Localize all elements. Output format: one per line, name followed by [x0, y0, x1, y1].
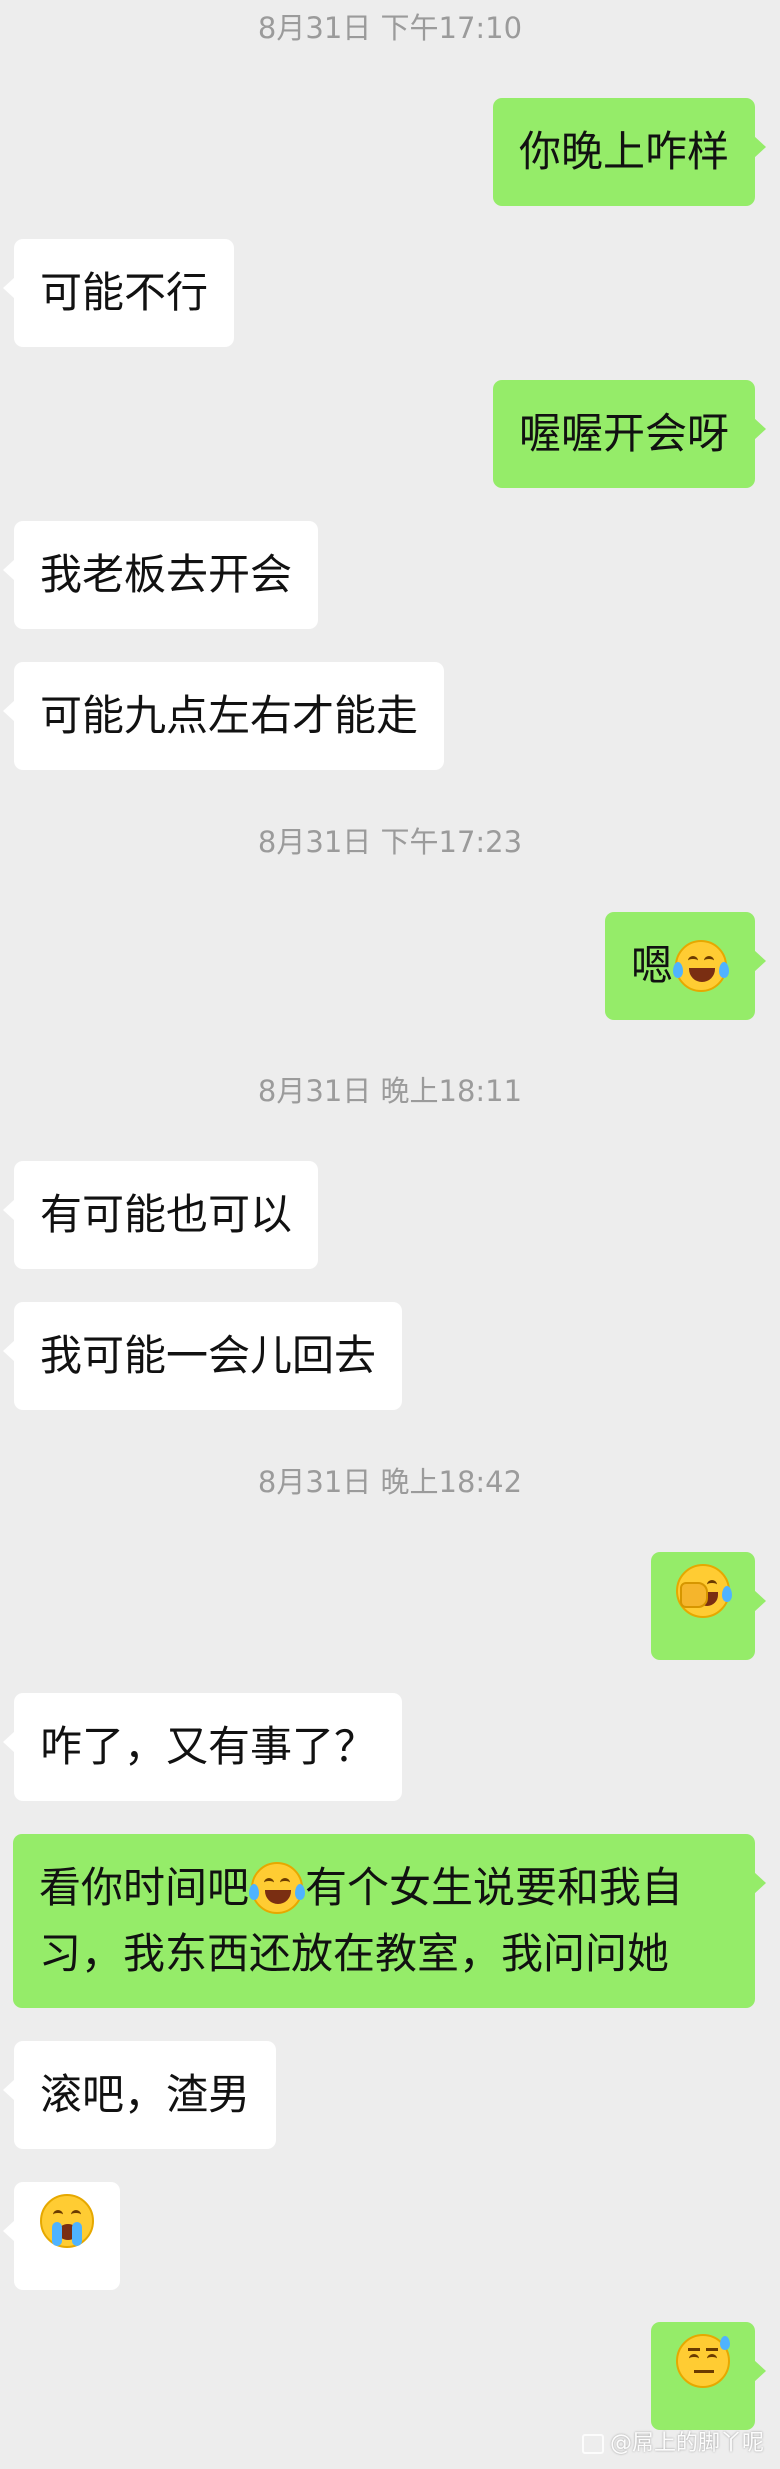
message-bubble-sent[interactable] — [651, 2322, 766, 2430]
message-bubble-received[interactable]: 有可能也可以 — [2, 1161, 319, 1269]
message-text: 咋了，又有事了？ — [40, 1722, 377, 1771]
message-text: 可能九点左右才能走 — [40, 691, 419, 740]
timestamp: 8月31日 晚上18:11 — [257, 1074, 523, 1108]
message-bubble-sent[interactable]: 看你时间吧 有个女生说要和我自习，我东西还放在教室，我问问她 — [13, 1834, 766, 2008]
message-bubble-sent[interactable]: 嗯 — [604, 912, 767, 1020]
message-bubble-sent[interactable]: 你晚上咋样 — [492, 98, 767, 206]
message-bubble-received[interactable]: 可能不行 — [2, 239, 235, 347]
message-text: 可能不行 — [40, 268, 209, 317]
timestamp: 8月31日 下午17:23 — [257, 825, 523, 859]
message-text: 看你时间吧 — [39, 1863, 250, 1912]
joy-emoji-icon — [249, 1861, 306, 1914]
message-text: 我可能一会儿回去 — [40, 1331, 377, 1380]
message-bubble-sent[interactable] — [651, 1552, 766, 1660]
message-text: 我老板去开会 — [40, 550, 293, 599]
timestamp: 8月31日 下午17:10 — [257, 11, 523, 45]
message-text: 滚吧，渣男 — [40, 2070, 251, 2119]
message-bubble-received[interactable] — [3, 2182, 120, 2290]
watermark: @屌上的脚丫呢 — [581, 2425, 764, 2457]
message-bubble-received[interactable]: 我可能一会儿回去 — [2, 1302, 403, 1410]
message-text: 你晚上咋样 — [518, 127, 729, 176]
message-text: 喔喔开会呀 — [518, 409, 729, 458]
message-bubble-received[interactable]: 咋了，又有事了？ — [2, 1693, 403, 1801]
message-text: 嗯 — [630, 941, 673, 990]
facepalm-emoji-icon — [676, 1563, 732, 1618]
timestamp: 8月31日 晚上18:42 — [257, 1465, 523, 1499]
message-bubble-sent[interactable]: 喔喔开会呀 — [492, 380, 767, 488]
message-bubble-received[interactable]: 滚吧，渣男 — [2, 2041, 277, 2149]
message-text: 有可能也可以 — [40, 1190, 293, 1239]
message-bubble-received[interactable]: 可能九点左右才能走 — [2, 662, 445, 770]
weibo-icon — [581, 2434, 604, 2454]
watermark-text: @屌上的脚丫呢 — [609, 2431, 764, 2456]
crying-emoji-icon — [40, 2193, 94, 2248]
message-bubble-received[interactable]: 我老板去开会 — [2, 521, 319, 629]
sweat-emoji-icon — [676, 2333, 730, 2388]
joy-emoji-icon — [673, 939, 729, 992]
